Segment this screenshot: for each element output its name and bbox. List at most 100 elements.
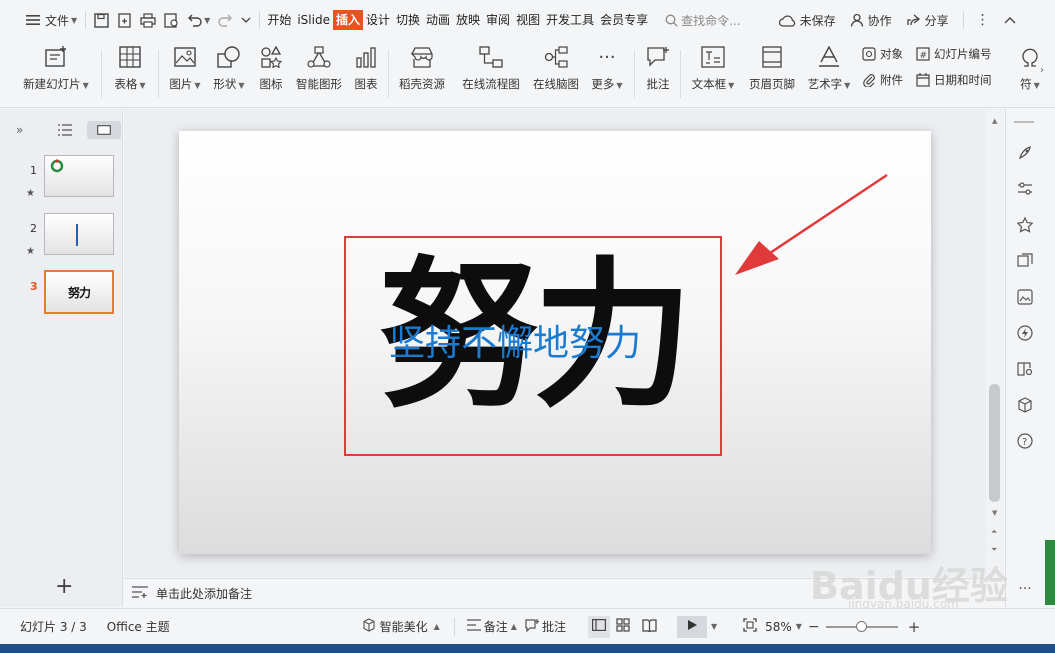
command-search[interactable]: 查找命令... — [661, 6, 744, 34]
paperclip-icon — [862, 73, 876, 87]
header-footer-button[interactable]: 页眉页脚 — [744, 40, 800, 106]
unsaved-status[interactable]: 未保存 — [775, 6, 840, 34]
vertical-scrollbar[interactable]: ▲ ▼ ⏶ ⏷ — [986, 109, 1004, 577]
online-mindmap-button[interactable]: 在线脑图 — [528, 40, 584, 106]
date-time-button[interactable]: 日期和时间 — [916, 72, 992, 88]
more-button[interactable]: ··· 更多 ▼ — [588, 40, 626, 106]
user-icon — [850, 13, 864, 27]
fit-window-button[interactable] — [743, 618, 757, 635]
tab-islide[interactable]: iSlide — [294, 10, 333, 30]
slide-thumbnail-1[interactable] — [44, 155, 114, 197]
slide-thumbnail-2[interactable] — [44, 213, 114, 255]
reading-view-button[interactable] — [642, 618, 657, 635]
tab-insert[interactable]: 插入 — [332, 10, 363, 30]
smart-beautify-button[interactable]: 智能美化 ▲ — [362, 618, 440, 635]
slides-panel: » 1 ★ 2 ★ 3 努力 + — [0, 109, 123, 607]
help-icon[interactable]: ? — [1015, 431, 1035, 451]
comment-toggle-button[interactable]: 批注 — [525, 618, 566, 635]
tab-developer[interactable]: 开发工具 — [543, 10, 597, 30]
normal-view-button[interactable] — [587, 615, 610, 638]
scroll-down-icon[interactable]: ▼ — [992, 509, 997, 517]
star-outline-icon[interactable] — [1015, 215, 1035, 235]
next-slide-icon[interactable]: ⏷ — [991, 545, 997, 555]
redo-button[interactable] — [214, 6, 237, 34]
smart-graphic-button[interactable]: 智能图形 — [292, 40, 346, 106]
print-preview-button[interactable] — [160, 6, 183, 34]
tab-animation[interactable]: 动画 — [423, 10, 453, 30]
symbol-button[interactable]: 符 ▼ — [1010, 40, 1050, 106]
export-pdf-button[interactable] — [113, 6, 136, 34]
customize-toolbar-button[interactable] — [237, 6, 255, 34]
zoom-in-icon[interactable]: + — [908, 618, 921, 636]
tab-slideshow[interactable]: 放映 — [453, 10, 483, 30]
zoom-slider[interactable] — [825, 620, 898, 632]
tab-design[interactable]: 设计 — [363, 10, 393, 30]
file-menu[interactable]: 文件 ▼ — [22, 6, 81, 34]
new-slide-button[interactable]: 新建幻灯片 ▼ — [20, 40, 92, 106]
add-slide-button[interactable]: + — [55, 576, 73, 598]
lightning-icon[interactable] — [1015, 323, 1035, 343]
table-button[interactable]: 表格 ▼ — [110, 40, 150, 106]
more-options-button[interactable]: ⋮ — [972, 6, 994, 34]
tab-review[interactable]: 审阅 — [483, 10, 513, 30]
outline-view-tab[interactable] — [58, 124, 72, 136]
expand-panel-button[interactable]: » — [16, 123, 23, 137]
image-edit-icon[interactable] — [1015, 287, 1035, 307]
slide-thumbnail-3[interactable]: 努力 — [44, 270, 114, 314]
zoom-level[interactable]: 58% — [765, 620, 792, 634]
slide-canvas[interactable]: 努力 坚持不懈地努力 — [179, 131, 931, 554]
chevron-down-icon[interactable]: ▼ — [711, 622, 717, 631]
slides-view-tab[interactable] — [87, 121, 121, 139]
sliders-icon[interactable] — [1015, 179, 1035, 199]
chevron-up-icon: ▲ — [433, 622, 440, 631]
shape-button[interactable]: 形状 ▼ — [210, 40, 248, 106]
shape-label: 形状 — [213, 77, 237, 91]
save-button[interactable] — [90, 6, 113, 34]
collapse-ribbon-button[interactable] — [1000, 6, 1020, 34]
tab-transition[interactable]: 切换 — [393, 10, 423, 30]
icon-button[interactable]: 图标 — [254, 40, 288, 106]
book-search-icon[interactable] — [1015, 359, 1035, 379]
picture-button[interactable]: 图片 ▼ — [166, 40, 204, 106]
list-icon — [58, 124, 72, 136]
comment-button[interactable]: 批注 — [642, 40, 674, 106]
chart-button[interactable]: 图表 — [350, 40, 382, 106]
play-icon — [686, 619, 698, 634]
online-flowchart-button[interactable]: 在线流程图 — [458, 40, 524, 106]
preview-icon — [164, 12, 179, 28]
textbox-label: 文本框 — [691, 77, 727, 91]
chevron-right-icon: › — [1040, 65, 1044, 76]
textbox-button[interactable]: 文本框 ▼ — [688, 40, 738, 106]
wordart-button[interactable]: 艺术字 ▼ — [804, 40, 854, 106]
wordart-icon — [817, 44, 841, 70]
play-slideshow-button[interactable] — [676, 615, 707, 638]
ribbon-tabs: 开始 iSlide 插入 设计 切换 动画 放映 审阅 视图 开发工具 会员专享 — [264, 10, 651, 30]
print-button[interactable] — [136, 6, 160, 34]
tab-home[interactable]: 开始 — [264, 10, 294, 30]
textbox-icon — [701, 44, 725, 70]
transition-icon[interactable] — [1015, 251, 1035, 271]
tab-member[interactable]: 会员专享 — [597, 10, 651, 30]
theme-name[interactable]: Office 主题 — [107, 618, 170, 635]
more-horizontal-icon[interactable]: ··· — [1015, 579, 1035, 599]
chevron-down-icon[interactable]: ▼ — [796, 622, 802, 631]
collab-button[interactable]: 协作 — [846, 6, 896, 34]
ribbon-scroll-right[interactable]: › — [1040, 62, 1044, 76]
scrollbar-thumb[interactable] — [989, 384, 1000, 502]
divider — [101, 50, 102, 98]
docer-resource-button[interactable]: 稻壳资源 — [394, 40, 450, 106]
previous-slide-icon[interactable]: ⏶ — [991, 527, 997, 537]
attachment-button[interactable]: 附件 — [862, 72, 903, 88]
slide-number-button[interactable]: # 幻灯片编号 — [916, 46, 992, 62]
slide-sorter-button[interactable] — [616, 618, 630, 635]
scroll-up-icon[interactable]: ▲ — [992, 117, 997, 125]
tab-view[interactable]: 视图 — [513, 10, 543, 30]
zoom-out-icon[interactable]: − — [808, 619, 820, 635]
rocket-icon[interactable] — [1015, 143, 1035, 163]
object-button[interactable]: 对象 — [862, 46, 903, 62]
undo-button[interactable]: ▼ — [183, 6, 214, 34]
zoom-slider-knob[interactable] — [855, 620, 867, 632]
notes-toggle-button[interactable]: 备注 ▲ — [466, 618, 517, 635]
share-button[interactable]: 分享 — [902, 6, 953, 34]
cube-icon[interactable] — [1015, 395, 1035, 415]
